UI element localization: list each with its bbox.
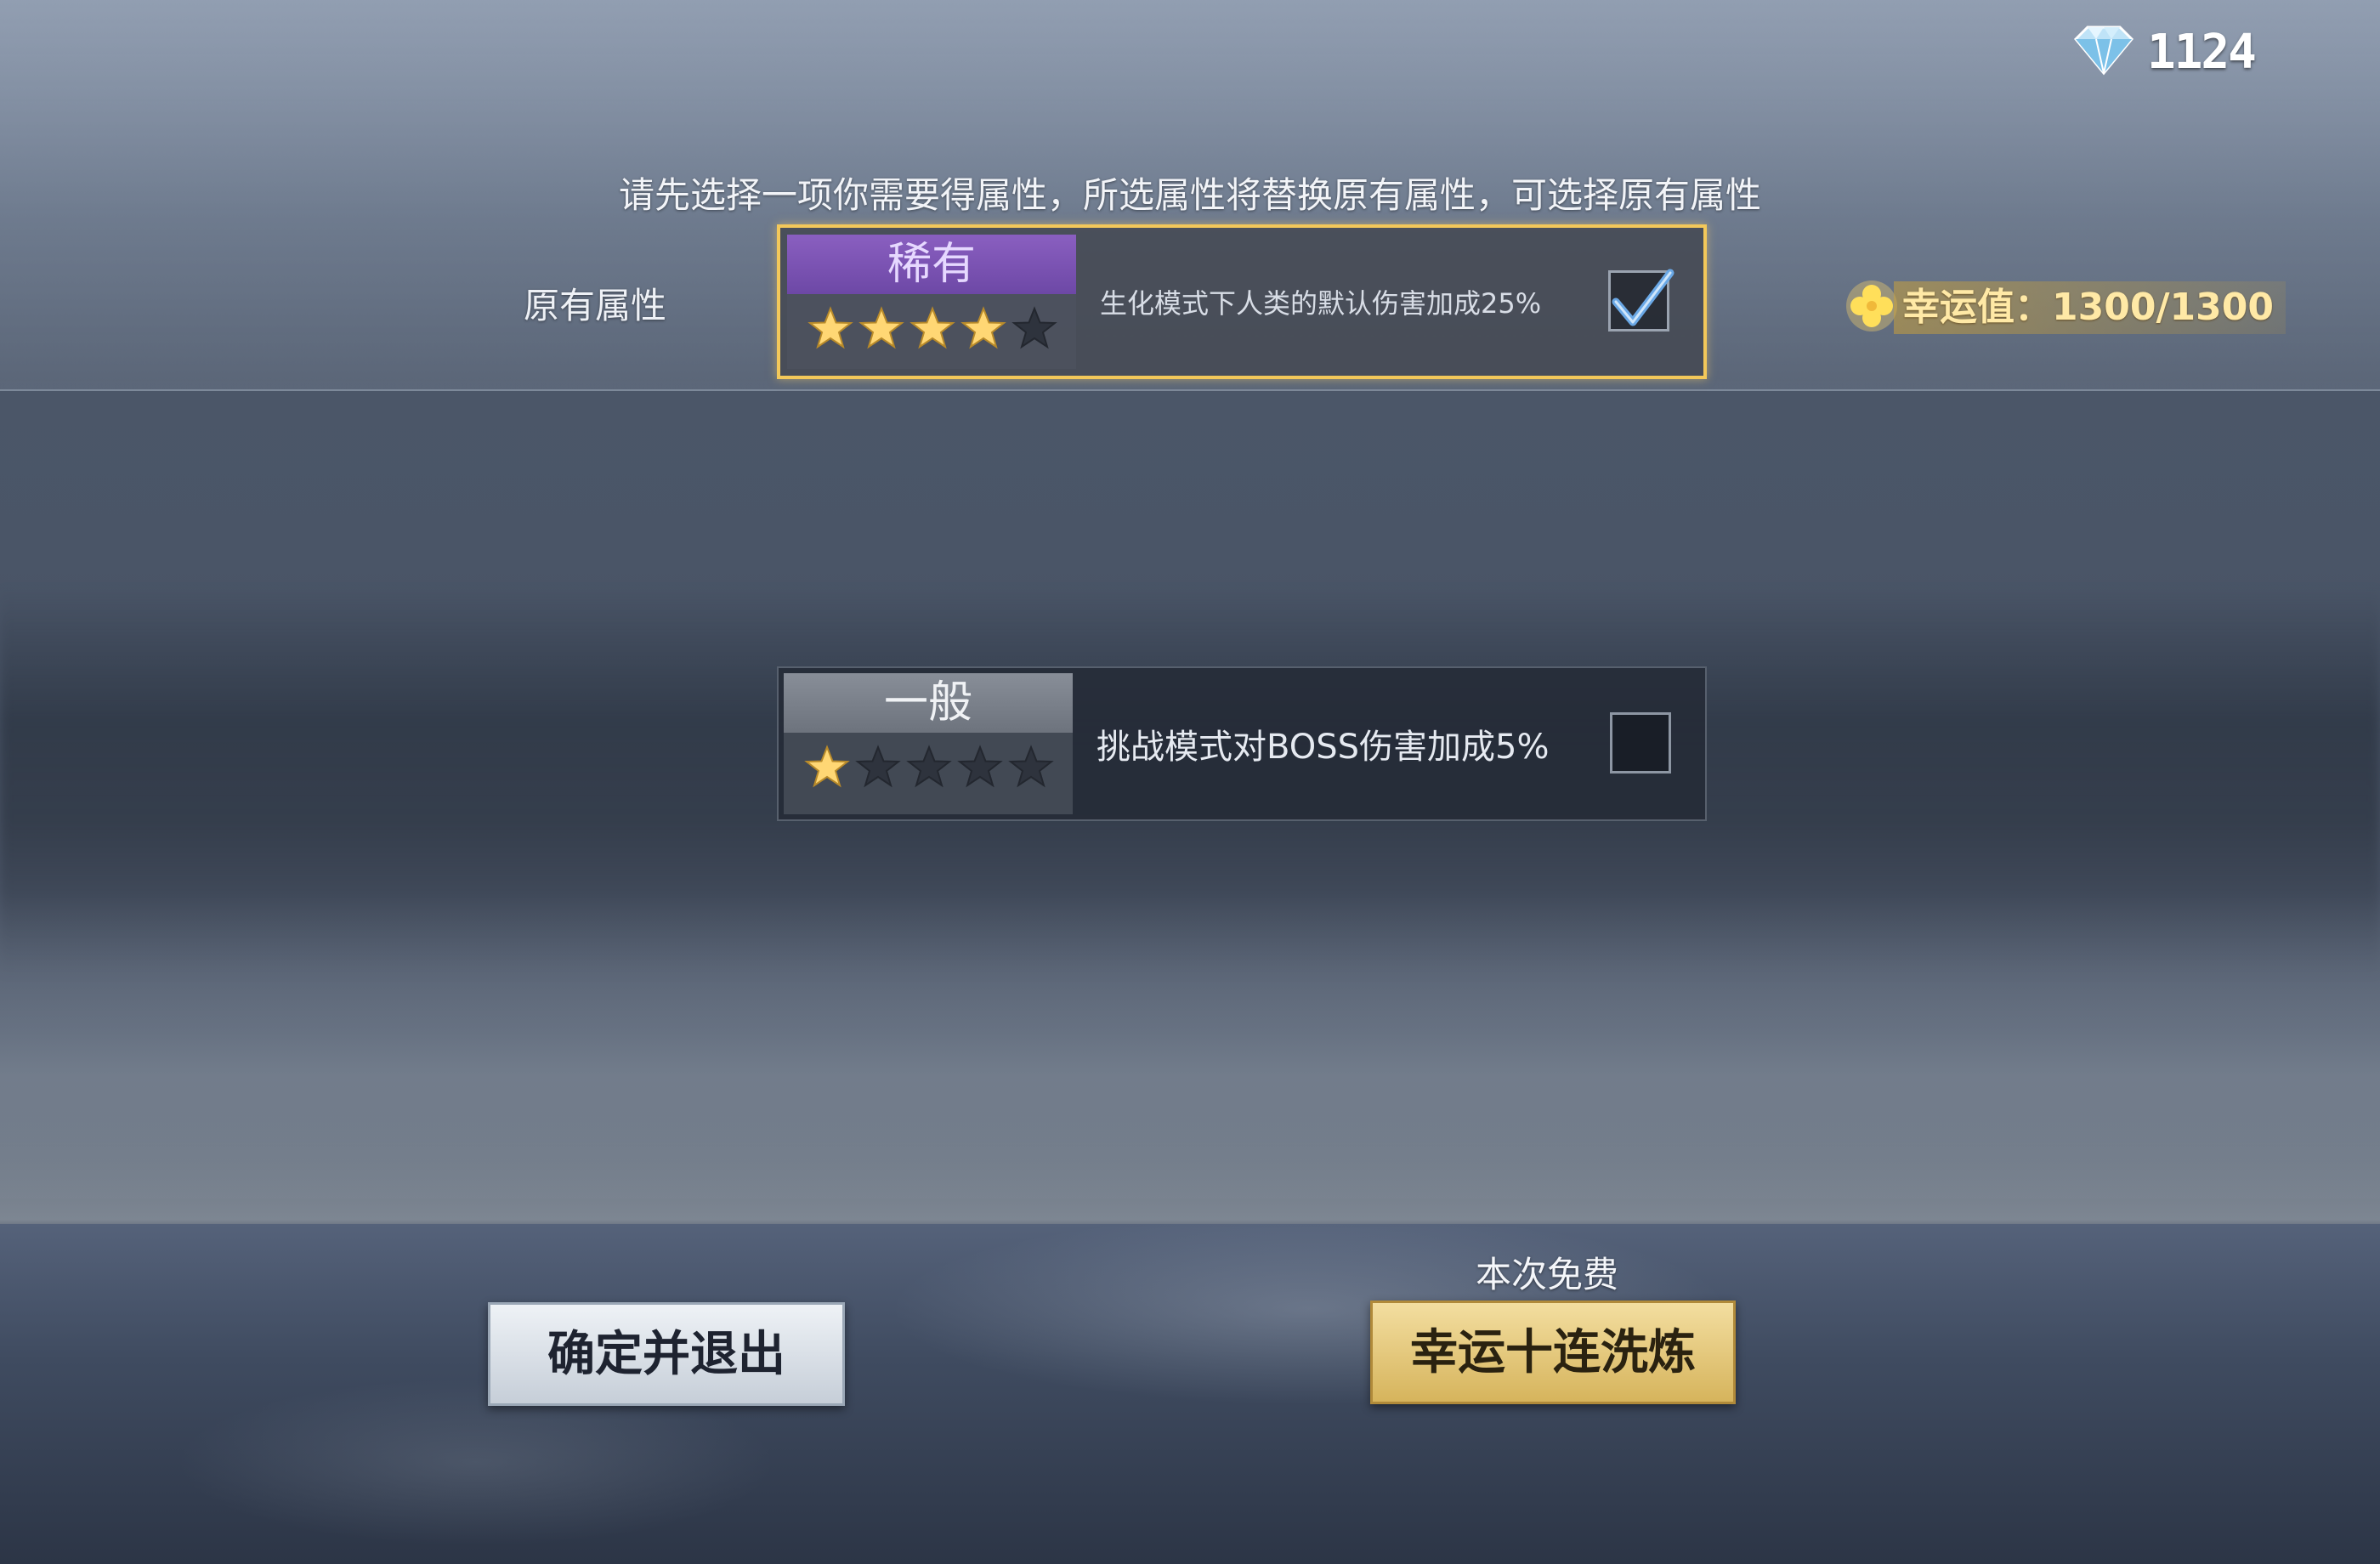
star-filled-icon [960, 306, 1006, 349]
star-empty-icon [1012, 306, 1057, 349]
luck-value-display: 幸运值：1300/1300 [1841, 272, 2286, 343]
rarity-panel: 稀有 [787, 235, 1076, 369]
star-empty-icon [906, 745, 952, 788]
instruction-text: 请先选择一项你需要得属性，所选属性将替换原有属性，可选择原有属性 [618, 174, 1761, 216]
currency-display: 1124 [2067, 22, 2257, 82]
rarity-label: 稀有 [787, 235, 1076, 294]
background-ground [0, 1224, 2380, 1564]
new-attribute-card[interactable]: 一般 挑战模式对BOSS伤害加成5% [777, 666, 1707, 821]
diamond-count: 1124 [2147, 24, 2257, 80]
original-attribute-card[interactable]: 稀有 生化模式下人类的默认伤害加成25% [777, 224, 1707, 379]
star-filled-icon [804, 745, 850, 788]
luck-value-text: 幸运值：1300/1300 [1894, 281, 2286, 334]
attribute-description: 挑战模式对BOSS伤害加成5% [1096, 728, 1550, 767]
free-this-time-label: 本次免费 [1475, 1254, 1618, 1295]
star-filled-icon [910, 306, 955, 349]
attribute-description: 生化模式下人类的默认伤害加成25% [1100, 287, 1542, 320]
rarity-panel: 一般 [784, 673, 1073, 814]
star-empty-icon [1008, 745, 1054, 788]
select-checkbox[interactable] [1610, 712, 1671, 774]
checkmark-icon [1612, 269, 1674, 326]
rarity-label: 一般 [784, 673, 1073, 733]
select-checkbox[interactable] [1608, 269, 1674, 332]
star-rating [784, 733, 1073, 790]
star-empty-icon [855, 745, 901, 788]
star-rating [787, 294, 1076, 352]
star-filled-icon [858, 306, 904, 349]
background-fog [0, 892, 2380, 1198]
star-filled-icon [808, 306, 853, 349]
diamond-icon [2067, 22, 2140, 82]
original-attribute-label: 原有属性 [524, 285, 667, 326]
star-empty-icon [957, 745, 1003, 788]
lucky-ten-reroll-button[interactable]: 幸运十连洗炼 [1370, 1300, 1736, 1404]
confirm-exit-button[interactable]: 确定并退出 [488, 1302, 845, 1406]
